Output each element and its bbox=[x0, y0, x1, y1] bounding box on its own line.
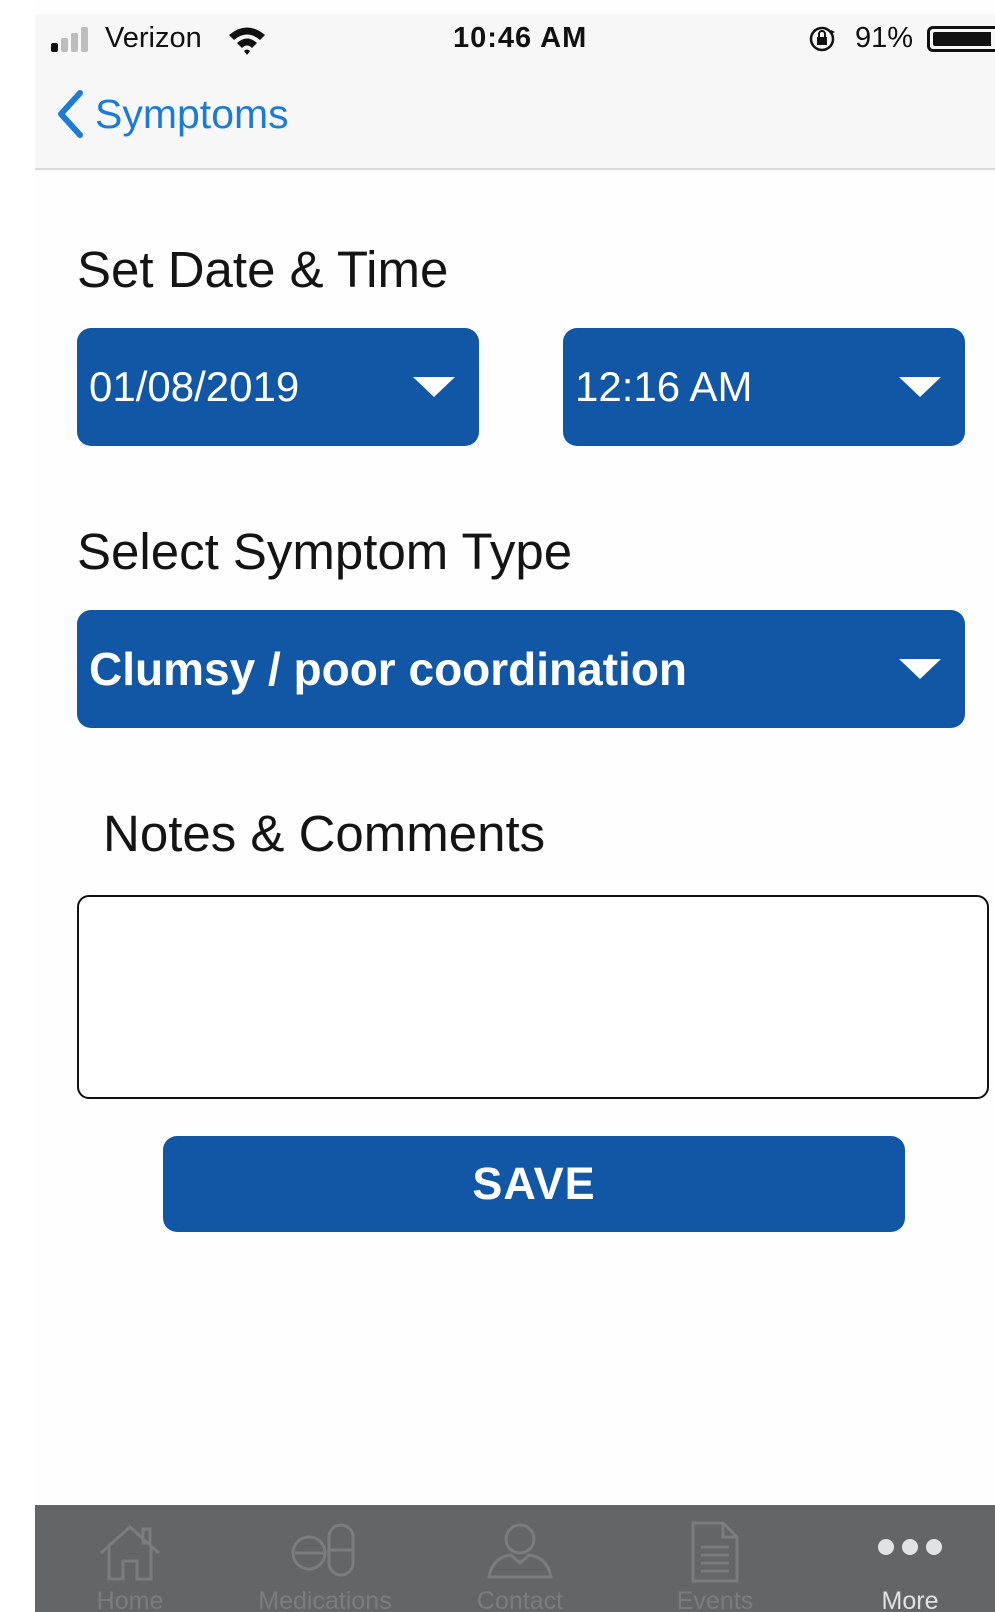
back-button-label: Symptoms bbox=[95, 90, 289, 137]
tab-home[interactable]: Home bbox=[55, 1505, 205, 1612]
battery-fill bbox=[933, 32, 991, 46]
date-value: 01/08/2019 bbox=[89, 363, 300, 410]
document-icon bbox=[691, 1521, 739, 1583]
battery-icon bbox=[927, 26, 995, 52]
person-icon bbox=[487, 1523, 553, 1579]
tab-contact-label: Contact bbox=[476, 1587, 564, 1612]
tab-bar: Home Medications Contact Events More bbox=[35, 1505, 995, 1612]
tab-home-label: Home bbox=[96, 1587, 164, 1612]
tab-events[interactable]: Events bbox=[635, 1505, 795, 1612]
symptom-type-title: Select Symptom Type bbox=[77, 523, 573, 580]
wifi-icon bbox=[229, 27, 265, 55]
more-dots-icon bbox=[878, 1539, 942, 1555]
tab-medications[interactable]: Medications bbox=[235, 1505, 415, 1612]
back-button[interactable]: Symptoms bbox=[55, 84, 289, 144]
date-time-title: Set Date & Time bbox=[77, 241, 449, 298]
tab-more[interactable]: More bbox=[835, 1505, 985, 1612]
time-value: 12:16 AM bbox=[575, 363, 753, 410]
notes-input[interactable] bbox=[77, 895, 989, 1099]
tab-events-label: Events bbox=[676, 1587, 754, 1612]
rotation-lock-icon bbox=[809, 26, 835, 52]
caret-down-icon bbox=[413, 377, 455, 397]
signal-strength-icon bbox=[51, 26, 95, 52]
symptom-type-dropdown[interactable]: Clumsy / poor coordination bbox=[77, 610, 965, 728]
time-dropdown[interactable]: 12:16 AM bbox=[563, 328, 965, 446]
tab-more-label: More bbox=[881, 1587, 939, 1612]
caret-down-icon bbox=[899, 377, 941, 397]
chevron-left-icon bbox=[58, 90, 83, 138]
save-button[interactable]: SAVE bbox=[163, 1136, 905, 1232]
status-time: 10:46 AM bbox=[453, 22, 588, 54]
home-icon bbox=[99, 1524, 161, 1581]
tab-contact[interactable]: Contact bbox=[445, 1505, 595, 1612]
symptom-entry-screen: Verizon 10:46 AM 91% Symptoms Set Date &… bbox=[35, 0, 995, 1612]
pill-icon bbox=[291, 1523, 355, 1577]
carrier-name: Verizon bbox=[105, 22, 202, 54]
top-bar: Verizon 10:46 AM 91% Symptoms bbox=[35, 14, 995, 170]
symptom-type-value: Clumsy / poor coordination bbox=[89, 643, 688, 695]
battery-percent: 91% bbox=[855, 22, 914, 54]
date-dropdown[interactable]: 01/08/2019 bbox=[77, 328, 479, 446]
status-bar: Verizon 10:46 AM 91% bbox=[35, 14, 995, 64]
tab-medications-label: Medications bbox=[258, 1587, 392, 1612]
notes-title: Notes & Comments bbox=[103, 805, 546, 862]
caret-down-icon bbox=[899, 659, 941, 679]
